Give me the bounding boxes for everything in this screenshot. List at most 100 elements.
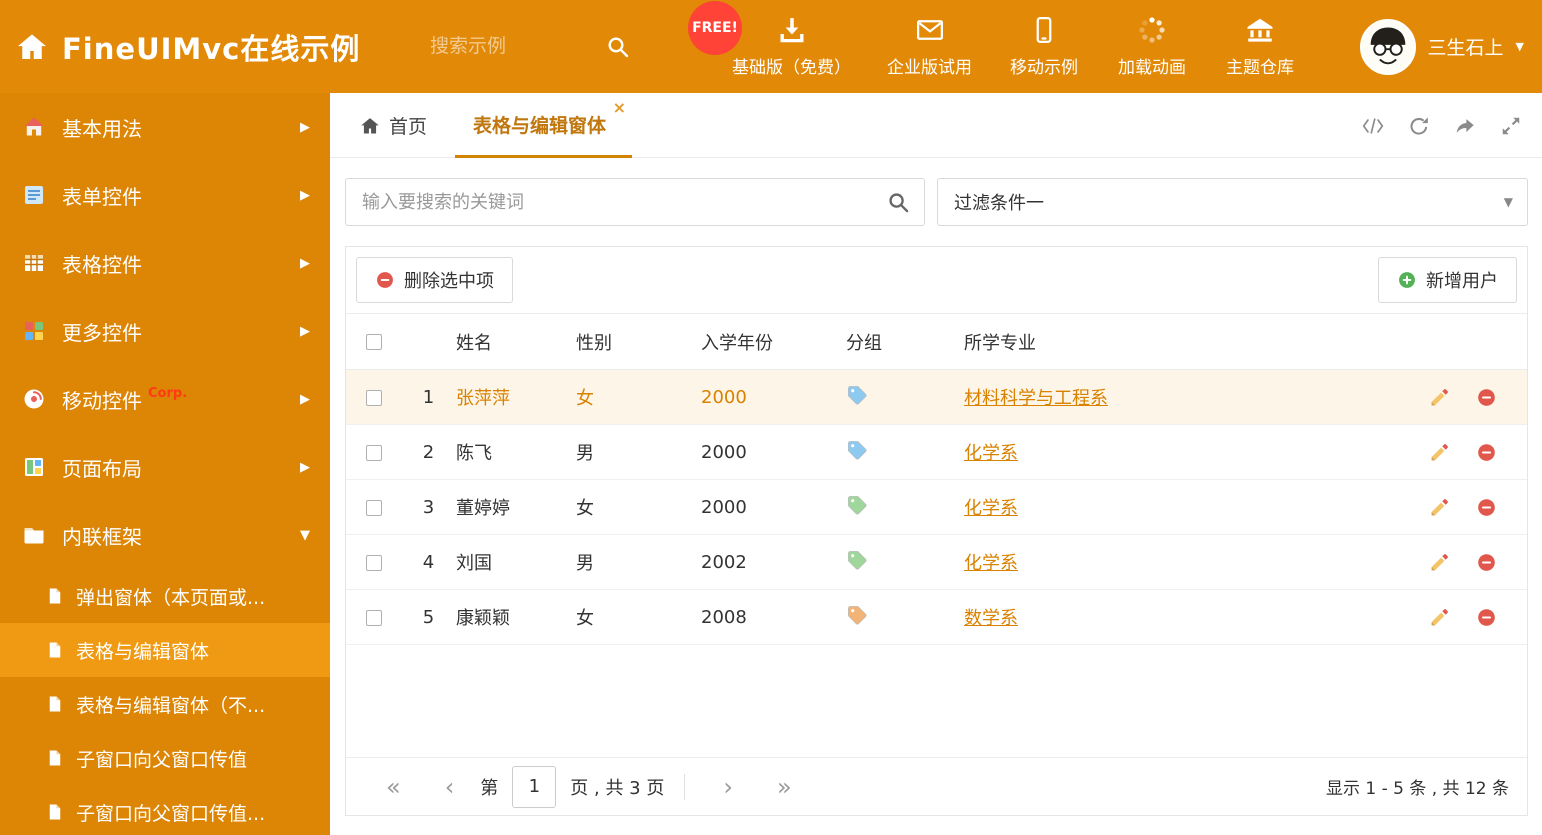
cell-gender: 女 (576, 589, 701, 645)
row-checkbox[interactable] (365, 554, 382, 571)
refresh-icon[interactable] (1408, 115, 1430, 137)
cell-actions (1344, 589, 1527, 645)
major-link[interactable]: 材料科学与工程系 (964, 388, 1108, 409)
expand-icon[interactable] (1500, 115, 1522, 137)
table-row[interactable]: 4 刘国男 2002 化学系 (346, 534, 1527, 590)
delete-icon[interactable] (1476, 387, 1497, 408)
header-nav-item-2[interactable]: 企业版试用 (879, 15, 980, 78)
sidebar-item-1[interactable]: 基本用法 ▶ (0, 93, 330, 161)
row-checkbox[interactable] (365, 499, 382, 516)
header-nav-item-4[interactable]: 加载动画 (1108, 15, 1196, 78)
major-link[interactable]: 数学系 (964, 608, 1018, 629)
sidebar-subitem-5[interactable]: 子窗口向父窗口传值... (0, 785, 330, 835)
table-icon (22, 251, 46, 275)
delete-icon[interactable] (1476, 607, 1497, 628)
header-nav-item-5[interactable]: 主题仓库 (1216, 15, 1304, 78)
cell-group (846, 479, 964, 535)
page-label-prefix: 第 (480, 777, 499, 799)
edit-icon[interactable] (1429, 497, 1450, 518)
tab-home[interactable]: 首页 (360, 93, 427, 158)
page-icon (46, 695, 64, 713)
row-checkbox[interactable] (365, 389, 382, 406)
search-icon[interactable] (606, 35, 630, 59)
prev-page-button[interactable]: ‹ (445, 775, 455, 799)
column-header-year: 入学年份 (701, 313, 846, 370)
cell-checkbox (346, 589, 401, 645)
header-nav: 基础版（免费） 企业版试用 移动示例 加载动画 主题仓库 (724, 0, 1304, 93)
table-row[interactable]: 2 陈飞男 2000 化学系 (346, 424, 1527, 480)
cell-gender: 男 (576, 424, 701, 480)
header-nav-item-1[interactable]: 基础版（免费） (724, 15, 859, 78)
delete-icon[interactable] (1476, 442, 1497, 463)
first-page-button[interactable]: « (386, 775, 401, 799)
home-icon (16, 31, 48, 63)
cell-major: 数学系 (964, 589, 1344, 645)
header-search (430, 0, 630, 93)
major-link[interactable]: 化学系 (964, 443, 1018, 464)
table-row[interactable]: 5 康颖颖女 2008 数学系 (346, 589, 1527, 645)
page-icon (46, 803, 64, 821)
mobile-controls-icon (22, 387, 46, 411)
table-row[interactable]: 1 张萍萍女 2000 材料科学与工程系 (346, 369, 1527, 425)
header-nav-label: 加载动画 (1118, 58, 1186, 78)
user-menu[interactable]: 三生石上 ▼ (1359, 0, 1524, 93)
sidebar-item-4[interactable]: 更多控件 ▶ (0, 297, 330, 365)
row-checkbox[interactable] (365, 609, 382, 626)
cell-checkbox (346, 369, 401, 425)
edit-icon[interactable] (1429, 607, 1450, 628)
sidebar-item-3[interactable]: 表格控件 ▶ (0, 229, 330, 297)
cell-name: 康颖颖 (456, 589, 576, 645)
sidebar-subitem-1[interactable]: 弹出窗体（本页面或... (0, 569, 330, 623)
page-icon (46, 587, 64, 605)
add-user-button[interactable]: 新增用户 (1378, 257, 1517, 303)
page-input[interactable] (512, 765, 557, 808)
close-icon[interactable]: × (613, 100, 626, 116)
search-icon[interactable] (887, 191, 910, 214)
sidebar-subitem-2[interactable]: 表格与编辑窗体 (0, 623, 330, 677)
next-page-button[interactable]: › (723, 775, 733, 799)
table-row[interactable]: 3 董婷婷女 2000 化学系 (346, 479, 1527, 535)
sidebar-subitem-3[interactable]: 表格与编辑窗体（不... (0, 677, 330, 731)
header-nav-item-3[interactable]: 移动示例 (1000, 15, 1088, 78)
sidebar-item-2[interactable]: 表单控件 ▶ (0, 161, 330, 229)
header-search-input[interactable] (430, 35, 570, 58)
select-all-checkbox[interactable] (365, 334, 382, 350)
header-nav-label: 基础版（免费） (732, 58, 851, 78)
row-checkbox[interactable] (365, 444, 382, 461)
tab-active[interactable]: 表格与编辑窗体 × (455, 93, 633, 158)
cell-year: 2000 (701, 369, 846, 425)
page-icon (46, 749, 64, 767)
chevron-right-icon: ▶ (300, 119, 310, 135)
cell-name: 董婷婷 (456, 479, 576, 535)
username: 三生石上 (1427, 37, 1504, 59)
edit-icon[interactable] (1429, 552, 1450, 573)
cell-checkbox (346, 534, 401, 590)
major-link[interactable]: 化学系 (964, 498, 1018, 519)
sidebar-subitem-4[interactable]: 子窗口向父窗口传值 (0, 731, 330, 785)
delete-selected-label: 删除选中项 (404, 271, 494, 292)
column-header-group: 分组 (846, 313, 964, 370)
filter-dropdown[interactable]: 过滤条件一 ▼ (937, 178, 1528, 226)
last-page-button[interactable]: » (777, 775, 792, 799)
major-link[interactable]: 化学系 (964, 553, 1018, 574)
cell-gender: 男 (576, 534, 701, 590)
sidebar-item-6[interactable]: 页面布局 ▶ (0, 433, 330, 501)
cell-gender: 女 (576, 479, 701, 535)
edit-icon[interactable] (1429, 387, 1450, 408)
brand[interactable]: FineUIMvc在线示例 (16, 0, 360, 93)
sidebar-item-5[interactable]: 移动控件 Corp. ▶ (0, 365, 330, 433)
search-input[interactable] (346, 179, 924, 225)
column-header (1344, 313, 1527, 370)
share-icon[interactable] (1454, 115, 1476, 137)
avatar (1359, 18, 1416, 75)
delete-icon[interactable] (1476, 497, 1497, 518)
code-icon[interactable] (1362, 115, 1384, 137)
row-number: 1 (401, 369, 456, 425)
sidebar-subitem-label: 子窗口向父窗口传值 (76, 748, 248, 771)
sidebar-item-7[interactable]: 内联框架 ▼ (0, 501, 330, 569)
delete-selected-button[interactable]: 删除选中项 (356, 257, 513, 303)
edit-icon[interactable] (1429, 442, 1450, 463)
cell-year: 2000 (701, 424, 846, 480)
frame-icon (22, 523, 46, 547)
delete-icon[interactable] (1476, 552, 1497, 573)
